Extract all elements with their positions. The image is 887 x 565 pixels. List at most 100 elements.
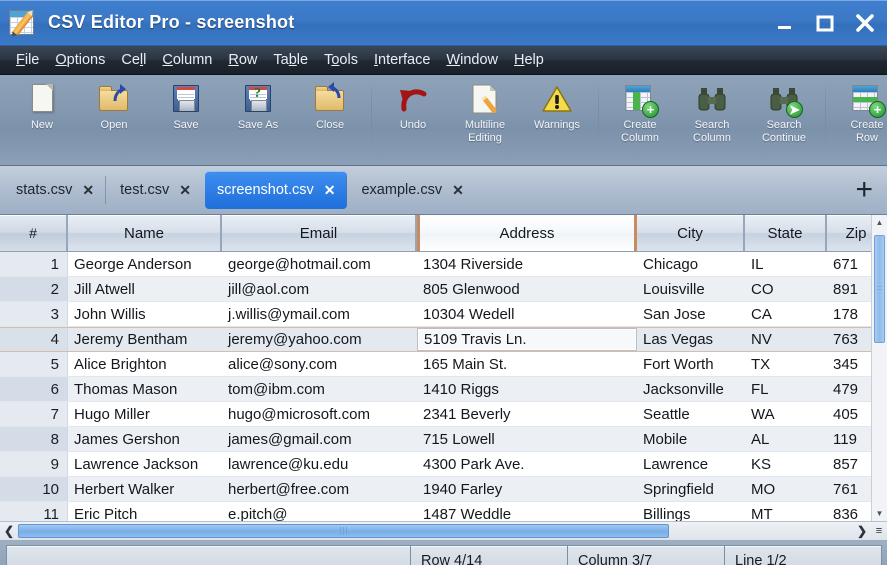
tab-close-icon[interactable]: ✕ <box>82 183 94 197</box>
menu-item-cell[interactable]: Cell <box>113 50 154 70</box>
cell-email[interactable]: george@hotmail.com <box>222 252 417 276</box>
maximize-icon[interactable] <box>813 11 837 35</box>
toolbar-button-new[interactable]: New <box>6 79 78 157</box>
toolbar-button-search-column[interactable]: Search Column <box>676 79 748 157</box>
cell-name[interactable]: Hugo Miller <box>68 402 222 426</box>
cell-state[interactable]: TX <box>745 352 827 376</box>
cell-email[interactable]: lawrence@ku.edu <box>222 452 417 476</box>
tab-stats-csv[interactable]: stats.csv ✕ <box>4 171 106 209</box>
cell-email[interactable]: herbert@free.com <box>222 477 417 501</box>
cell-city[interactable]: Chicago <box>637 252 745 276</box>
cell-address[interactable]: 1487 Weddle <box>417 502 637 522</box>
menu-item-column[interactable]: Column <box>154 50 220 70</box>
cell-name[interactable]: Alice Brighton <box>68 352 222 376</box>
cell-city[interactable]: Springfield <box>637 477 745 501</box>
cell-city[interactable]: Louisville <box>637 277 745 301</box>
cell-name[interactable]: Jeremy Bentham <box>68 328 222 351</box>
cell-email[interactable]: jill@aol.com <box>222 277 417 301</box>
toolbar-button-close[interactable]: Close <box>294 79 366 157</box>
close-icon[interactable] <box>853 11 877 35</box>
scroll-left-arrow-icon[interactable]: ❮ <box>0 524 18 538</box>
cell-city[interactable]: Las Vegas <box>637 328 745 351</box>
toolbar-button-warnings[interactable]: Warnings <box>521 79 593 157</box>
menu-item-options[interactable]: Options <box>47 50 113 70</box>
cell-name[interactable]: Herbert Walker <box>68 477 222 501</box>
toolbar-button-undo[interactable]: Undo <box>377 79 449 157</box>
vertical-scroll-thumb[interactable] <box>874 235 885 343</box>
cell-state[interactable]: FL <box>745 377 827 401</box>
cell-state[interactable]: KS <box>745 452 827 476</box>
cell-email[interactable]: e.pitch@ <box>222 502 417 522</box>
column-header-city[interactable]: City <box>637 215 745 251</box>
cell-name[interactable]: Thomas Mason <box>68 377 222 401</box>
table-row[interactable]: 2 Jill Atwell jill@aol.com 805 Glenwood … <box>0 277 887 302</box>
cell-address[interactable]: 1940 Farley <box>417 477 637 501</box>
tab-close-icon[interactable]: ✕ <box>179 183 191 197</box>
minimize-icon[interactable] <box>773 11 797 35</box>
menu-item-table[interactable]: Table <box>265 50 316 70</box>
cell-city[interactable]: Jacksonville <box>637 377 745 401</box>
vertical-scrollbar[interactable]: ▲ ▼ <box>871 215 887 521</box>
scroll-right-arrow-icon[interactable]: ❯ <box>853 524 871 538</box>
table-row[interactable]: 11 Eric Pitch e.pitch@ 1487 Weddle Billi… <box>0 502 887 521</box>
column-header-state[interactable]: State <box>745 215 827 251</box>
menu-item-interface[interactable]: Interface <box>366 50 438 70</box>
table-row[interactable]: 10 Herbert Walker herbert@free.com 1940 … <box>0 477 887 502</box>
tab-close-icon[interactable]: ✕ <box>452 183 464 197</box>
cell-city[interactable]: Lawrence <box>637 452 745 476</box>
column-header-address[interactable]: Address <box>417 215 637 251</box>
column-header-name[interactable]: Name <box>68 215 222 251</box>
cell-state[interactable]: WA <box>745 402 827 426</box>
cell-address[interactable]: 1410 Riggs <box>417 377 637 401</box>
cell-address[interactable]: 4300 Park Ave. <box>417 452 637 476</box>
table-row[interactable]: 3 John Willis j.willis@ymail.com 10304 W… <box>0 302 887 327</box>
horizontal-scrollbar[interactable]: ❮ ❯ ≡ <box>0 521 887 541</box>
toolbar-button-save-as[interactable]: ? Save As <box>222 79 294 157</box>
cell-email[interactable]: hugo@microsoft.com <box>222 402 417 426</box>
cell-email[interactable]: james@gmail.com <box>222 427 417 451</box>
add-tab-button[interactable]: + <box>855 175 873 205</box>
cell-city[interactable]: San Jose <box>637 302 745 326</box>
table-row[interactable]: 6 Thomas Mason tom@ibm.com 1410 Riggs Ja… <box>0 377 887 402</box>
cell-state[interactable]: NV <box>745 328 827 351</box>
cell-address[interactable]: 715 Lowell <box>417 427 637 451</box>
toolbar-button-multiline-editing[interactable]: Multiline Editing <box>449 79 521 157</box>
horizontal-scroll-track[interactable] <box>18 524 853 538</box>
cell-email[interactable]: tom@ibm.com <box>222 377 417 401</box>
menu-item-tools[interactable]: Tools <box>316 50 366 70</box>
menu-item-file[interactable]: File <box>8 50 47 70</box>
resize-grip-icon[interactable]: ≡ <box>871 525 887 537</box>
cell-state[interactable]: MT <box>745 502 827 522</box>
tab-example-csv[interactable]: example.csv ✕ <box>346 171 475 209</box>
cell-email[interactable]: alice@sony.com <box>222 352 417 376</box>
table-row-active[interactable]: 4 Jeremy Bentham jeremy@yahoo.com 5109 T… <box>0 327 887 352</box>
scroll-down-arrow-icon[interactable]: ▼ <box>872 506 887 521</box>
cell-address-active[interactable]: 5109 Travis Ln. <box>417 328 637 351</box>
cell-name[interactable]: Eric Pitch <box>68 502 222 522</box>
menu-item-help[interactable]: Help <box>506 50 552 70</box>
cell-city[interactable]: Fort Worth <box>637 352 745 376</box>
cell-city[interactable]: Mobile <box>637 427 745 451</box>
cell-name[interactable]: James Gershon <box>68 427 222 451</box>
cell-state[interactable]: AL <box>745 427 827 451</box>
cell-name[interactable]: Jill Atwell <box>68 277 222 301</box>
cell-name[interactable]: Lawrence Jackson <box>68 452 222 476</box>
cell-address[interactable]: 1304 Riverside <box>417 252 637 276</box>
column-header-email[interactable]: Email <box>222 215 417 251</box>
tab-close-icon[interactable]: ✕ <box>324 183 336 197</box>
cell-city[interactable]: Billings <box>637 502 745 522</box>
cell-address[interactable]: 805 Glenwood <box>417 277 637 301</box>
table-row[interactable]: 9 Lawrence Jackson lawrence@ku.edu 4300 … <box>0 452 887 477</box>
table-row[interactable]: 5 Alice Brighton alice@sony.com 165 Main… <box>0 352 887 377</box>
toolbar-button-create-column[interactable]: + Create Column <box>604 79 676 157</box>
cell-address[interactable]: 165 Main St. <box>417 352 637 376</box>
horizontal-scroll-thumb[interactable] <box>18 524 670 538</box>
toolbar-button-open[interactable]: Open <box>78 79 150 157</box>
menu-item-window[interactable]: Window <box>438 50 506 70</box>
tab-screenshot-csv[interactable]: screenshot.csv ✕ <box>205 171 348 209</box>
cell-name[interactable]: John Willis <box>68 302 222 326</box>
table-row[interactable]: 7 Hugo Miller hugo@microsoft.com 2341 Be… <box>0 402 887 427</box>
toolbar-button-save[interactable]: Save <box>150 79 222 157</box>
cell-state[interactable]: IL <box>745 252 827 276</box>
table-row[interactable]: 8 James Gershon james@gmail.com 715 Lowe… <box>0 427 887 452</box>
